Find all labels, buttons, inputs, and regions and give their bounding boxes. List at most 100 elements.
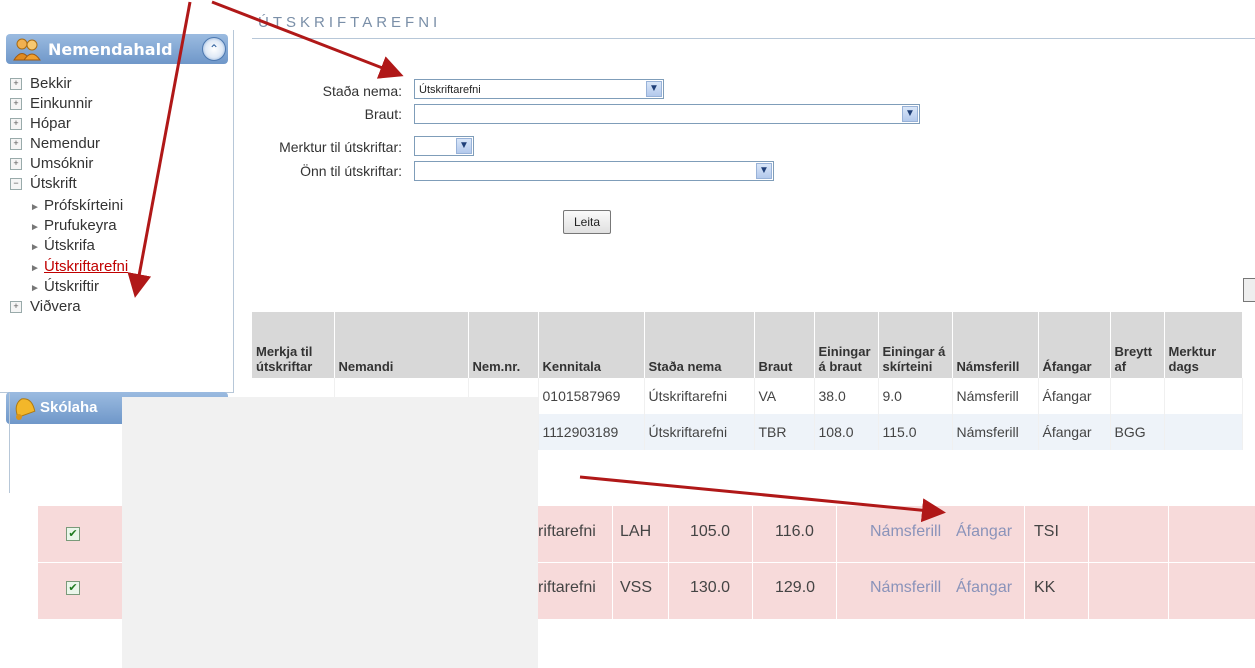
merktur-select[interactable]: ▼ [414, 136, 474, 156]
sidebar-item-label: Útskrift [30, 175, 77, 192]
namsferill-link[interactable]: Námsferill [952, 378, 1039, 414]
kennitala-cell: 1112903189 [538, 414, 645, 450]
sidebar-item-label: Hópar [30, 115, 71, 132]
col-header: Braut [754, 312, 815, 378]
nemendahald-panel-header[interactable]: Nemendahald ⌃ [6, 34, 228, 64]
kennitala-cell: 0101587969 [538, 378, 645, 414]
stada-value: Útskriftarefni [419, 84, 481, 96]
namsferill-link[interactable]: Námsferill [952, 414, 1039, 450]
chevron-down-icon[interactable]: ▼ [902, 106, 918, 122]
sidebar-item-label: Einkunnir [30, 95, 93, 112]
expand-icon[interactable]: + [10, 138, 22, 151]
col-header: Einingar á braut [814, 312, 879, 378]
sidebar-item-bekkir[interactable]: + Bekkir [10, 74, 72, 94]
col-divider [1088, 506, 1089, 619]
panel-title: Skólaha [40, 399, 98, 416]
col-divider [836, 506, 837, 619]
sidebar-item-einkunnir[interactable]: + Einkunnir [10, 94, 93, 114]
col-header: Nem.nr. [468, 312, 539, 378]
braut-cell: VSS [620, 579, 653, 596]
afangar-link[interactable]: Áfangar [1038, 378, 1111, 414]
col-divider [612, 506, 613, 619]
merktur-label: Merktur til útskriftar: [279, 139, 402, 155]
afangar-link[interactable]: Áfangar [956, 523, 1012, 541]
namsferill-link[interactable]: Námsferill [870, 523, 941, 541]
edge-button[interactable] [1243, 278, 1255, 302]
sidebar-subitem-label: Útskriftarefni [44, 258, 129, 275]
sidebar-item-umsoknir[interactable]: + Umsóknir [10, 154, 93, 174]
afangar-link[interactable]: Áfangar [956, 579, 1012, 597]
sidebar-subitem-utskriftarefni[interactable]: ► Útskriftarefni [30, 257, 128, 277]
divider [252, 38, 1255, 39]
breytt-cell: BGG [1110, 414, 1165, 450]
braut-select[interactable]: ▼ [414, 104, 920, 124]
col-divider [668, 506, 669, 619]
stada-cell: Útskriftarefni [644, 414, 755, 450]
sidebar-subitem-label: Prófskírteini [44, 197, 124, 214]
sidebar-subitem-label: Útskrifa [44, 237, 95, 254]
bell-icon [15, 398, 36, 420]
sidebar-subitem-label: Prufukeyra [44, 217, 117, 234]
sidebar-item-label: Nemendur [30, 135, 101, 152]
expand-icon[interactable]: + [10, 118, 22, 131]
einingar-skirteini-cell: 116.0 [775, 523, 814, 540]
onn-label: Önn til útskriftar: [300, 163, 402, 179]
expand-icon[interactable]: + [10, 98, 22, 111]
namsferill-link[interactable]: Námsferill [870, 579, 941, 597]
stada-cell: Útskriftarefni [644, 378, 755, 414]
bullet-icon: ► [30, 263, 40, 274]
mark-checkbox[interactable]: ✔ [66, 581, 80, 595]
col-header: Merktur dags [1164, 312, 1243, 378]
col-header: Áfangar [1038, 312, 1111, 378]
stada-cell: riftarefni [538, 523, 596, 540]
bullet-icon: ► [30, 283, 40, 294]
col-header: Einingar á skírteini [878, 312, 953, 378]
col-header: Merkja til útskriftar [252, 312, 335, 378]
sidebar-item-vidvera[interactable]: + Viðvera [10, 297, 81, 317]
sidebar-item-utskrift[interactable]: − Útskrift [10, 174, 77, 194]
breytt-cell [1110, 378, 1165, 414]
chevron-up-circle-icon[interactable]: ⌃ [202, 37, 226, 61]
onn-select[interactable]: ▼ [414, 161, 774, 181]
expand-icon[interactable]: + [10, 301, 22, 314]
table-header-row: Merkja til útskriftar Nemandi Nem.nr. Ke… [252, 312, 1243, 378]
sidebar-item-label: Umsóknir [30, 155, 94, 172]
sidebar-item-hopar[interactable]: + Hópar [10, 114, 71, 134]
collapse-icon[interactable]: − [10, 178, 22, 191]
panel-title: Nemendahald [48, 40, 173, 59]
einingar-braut-cell: 105.0 [690, 523, 731, 540]
expand-icon[interactable]: + [10, 78, 22, 91]
sidebar-subitem-utskrifa[interactable]: ► Útskrifa [30, 236, 95, 256]
chevron-down-icon[interactable]: ▼ [756, 163, 772, 179]
sidebar-item-label: Bekkir [30, 75, 72, 92]
breytt-cell: KK [1034, 579, 1056, 596]
col-header: Námsferill [952, 312, 1039, 378]
sidebar-item-nemendur[interactable]: + Nemendur [10, 134, 100, 154]
einingar-skirteini-cell: 129.0 [775, 579, 816, 596]
sidebar-item-label: Viðvera [30, 298, 81, 315]
stada-select[interactable]: Útskriftarefni ▼ [414, 79, 664, 99]
sidebar-subitem-utskriftir[interactable]: ► Útskriftir [30, 277, 99, 297]
einingar-braut-cell: 130.0 [690, 579, 731, 596]
col-header: Kennitala [538, 312, 645, 378]
stada-label: Staða nema: [322, 83, 402, 99]
chevron-down-icon[interactable]: ▼ [646, 81, 662, 97]
expand-icon[interactable]: + [10, 158, 22, 171]
redaction-box [122, 397, 538, 668]
col-header: Breytt af [1110, 312, 1165, 378]
einingar-skirteini-cell: 9.0 [878, 378, 953, 414]
braut-cell: TBR [754, 414, 815, 450]
sidebar-subitem-profskirteini[interactable]: ► Prófskírteini [30, 196, 123, 216]
chevron-down-icon[interactable]: ▼ [456, 138, 472, 154]
col-divider [1168, 506, 1169, 619]
braut-label: Braut: [364, 106, 402, 122]
breytt-cell: TSI [1034, 523, 1059, 540]
people-icon [13, 38, 41, 61]
search-button[interactable]: Leita [563, 210, 611, 234]
sidebar-subitem-prufukeyra[interactable]: ► Prufukeyra [30, 216, 117, 236]
einingar-skirteini-cell: 115.0 [878, 414, 953, 450]
einingar-braut-cell: 108.0 [814, 414, 879, 450]
mark-checkbox[interactable]: ✔ [66, 527, 80, 541]
col-header: Nemandi [334, 312, 469, 378]
afangar-link[interactable]: Áfangar [1038, 414, 1111, 450]
